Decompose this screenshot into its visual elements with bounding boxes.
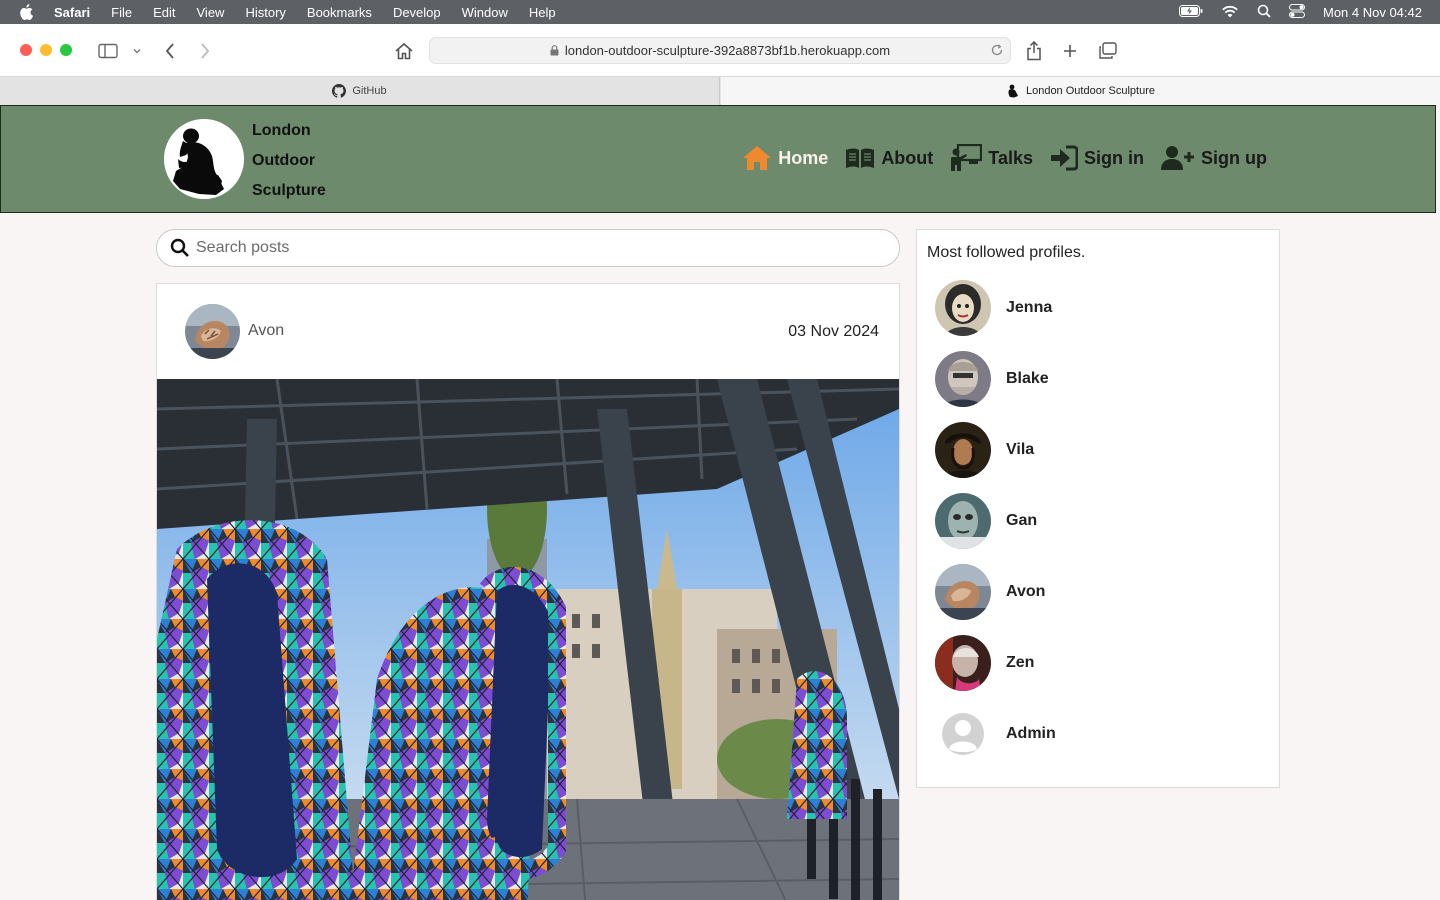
profiles-title: Most followed profiles. (927, 244, 1086, 261)
site-logo[interactable] (164, 119, 244, 199)
profile-avatar-avon[interactable] (935, 564, 991, 620)
home-page-icon[interactable] (392, 39, 416, 63)
battery-icon[interactable] (1178, 4, 1203, 20)
nav-about-label: About (881, 147, 934, 168)
tab-overview-icon[interactable] (1096, 39, 1120, 63)
nav-home[interactable]: Home (742, 145, 828, 171)
thinker-icon (1006, 84, 1020, 98)
profile-name-jenna[interactable]: Jenna (1006, 299, 1052, 317)
profile-name-avon[interactable]: Avon (1006, 583, 1045, 601)
profile-avatar-jenna[interactable] (935, 280, 991, 336)
profile-item-vila[interactable]: Vila (935, 422, 1034, 478)
window-controls (20, 44, 72, 56)
macos-menu-bar: Safari File Edit View History Bookmarks … (0, 0, 1440, 24)
search-input[interactable] (196, 239, 856, 257)
back-icon[interactable] (158, 39, 182, 63)
forward-icon[interactable] (193, 39, 217, 63)
menu-app-name[interactable]: Safari (54, 5, 90, 20)
chevron-down-icon[interactable] (125, 39, 149, 63)
reload-icon[interactable] (990, 43, 1004, 60)
post-date: 03 Nov 2024 (788, 323, 879, 340)
minimize-window-button[interactable] (40, 44, 52, 56)
close-window-button[interactable] (20, 44, 32, 56)
control-center-icon[interactable] (1288, 3, 1305, 21)
home-icon (742, 145, 772, 171)
menu-help[interactable]: Help (529, 5, 556, 20)
profile-name-admin[interactable]: Admin (1006, 725, 1056, 743)
profile-item-blake[interactable]: Blake (935, 351, 1049, 407)
apple-logo-icon[interactable] (19, 4, 35, 20)
sculpture-photo (157, 379, 899, 900)
sign-in-icon (1050, 145, 1078, 171)
menu-develop[interactable]: Develop (393, 5, 441, 20)
profile-item-zen[interactable]: Zen (935, 635, 1034, 691)
profile-avatar-blake[interactable] (935, 351, 991, 407)
brand-line-2: Outdoor (252, 152, 316, 169)
nav-talks[interactable]: Talks (950, 144, 1033, 172)
profile-name-blake[interactable]: Blake (1006, 370, 1049, 388)
profile-avatar-zen[interactable] (935, 635, 991, 691)
nav-home-label: Home (778, 147, 829, 168)
nav-sign-in[interactable]: Sign in (1050, 145, 1144, 171)
site-brand[interactable]: London Outdoor Sculpture (252, 116, 326, 206)
nav-about[interactable]: About (845, 147, 933, 169)
profile-name-zen[interactable]: Zen (1006, 654, 1034, 672)
profile-item-avon[interactable]: Avon (935, 564, 1045, 620)
menu-bookmarks[interactable]: Bookmarks (307, 5, 372, 20)
post-image[interactable] (157, 379, 899, 900)
menubar-clock[interactable]: Mon 4 Nov 04:42 (1323, 5, 1422, 20)
search-bar (156, 229, 900, 267)
tab-bar: GitHub London Outdoor Sculpture (0, 77, 1440, 105)
profile-name-vila[interactable]: Vila (1006, 441, 1034, 459)
menu-view[interactable]: View (197, 5, 225, 20)
nav-sign-up-label: Sign up (1201, 147, 1267, 168)
nav-sign-up[interactable]: Sign up (1161, 145, 1267, 171)
post-header: Avon 03 Nov 2024 (157, 284, 899, 379)
brand-line-1: London (252, 122, 311, 139)
menu-history[interactable]: History (245, 5, 285, 20)
main-nav: Home About Talks Sign in Sign up (742, 144, 1267, 172)
share-icon[interactable] (1022, 39, 1046, 63)
tab-github[interactable]: GitHub (0, 77, 720, 105)
profile-name-gan[interactable]: Gan (1006, 512, 1037, 530)
address-bar[interactable]: london-outdoor-sculpture-392a8873bf1b.he… (429, 37, 1011, 64)
tab-github-label: GitHub (352, 85, 387, 97)
brand-line-3: Sculpture (252, 182, 326, 199)
sidebar-toggle-icon[interactable] (96, 39, 120, 63)
nav-sign-in-label: Sign in (1084, 147, 1144, 168)
post-author-avatar[interactable] (185, 304, 240, 359)
most-followed-profiles-panel: Most followed profiles. Jenna Blake Vila… (916, 229, 1280, 788)
thinker-logo-icon (164, 119, 244, 199)
nav-talks-label: Talks (988, 147, 1033, 168)
github-icon (332, 84, 347, 98)
post-author-name[interactable]: Avon (248, 322, 284, 340)
profile-item-jenna[interactable]: Jenna (935, 280, 1052, 336)
profile-item-gan[interactable]: Gan (935, 493, 1037, 549)
zoom-window-button[interactable] (60, 44, 72, 56)
profile-avatar-gan[interactable] (935, 493, 991, 549)
site-navbar: London Outdoor Sculpture Home About Talk… (0, 105, 1436, 213)
post-card: Avon 03 Nov 2024 (156, 283, 900, 900)
tab-london-outdoor-sculpture[interactable]: London Outdoor Sculpture (721, 77, 1440, 105)
profile-item-admin[interactable]: Admin (935, 706, 1056, 762)
menu-edit[interactable]: Edit (153, 5, 175, 20)
profile-avatar-vila[interactable] (935, 422, 991, 478)
lock-icon (550, 45, 559, 56)
user-plus-icon (1161, 145, 1195, 171)
tab-active-label: London Outdoor Sculpture (1025, 85, 1156, 97)
profile-avatar-admin[interactable] (935, 706, 991, 762)
spotlight-search-icon[interactable] (1257, 4, 1271, 21)
new-tab-icon[interactable] (1058, 39, 1082, 63)
menu-file[interactable]: File (111, 5, 132, 20)
lecture-icon (950, 144, 983, 172)
menu-window[interactable]: Window (462, 5, 508, 20)
book-icon (845, 147, 875, 169)
url-text: london-outdoor-sculpture-392a8873bf1b.he… (564, 43, 891, 58)
search-icon (170, 238, 190, 258)
browser-toolbar: london-outdoor-sculpture-392a8873bf1b.he… (0, 24, 1440, 77)
wifi-icon[interactable] (1221, 4, 1239, 21)
